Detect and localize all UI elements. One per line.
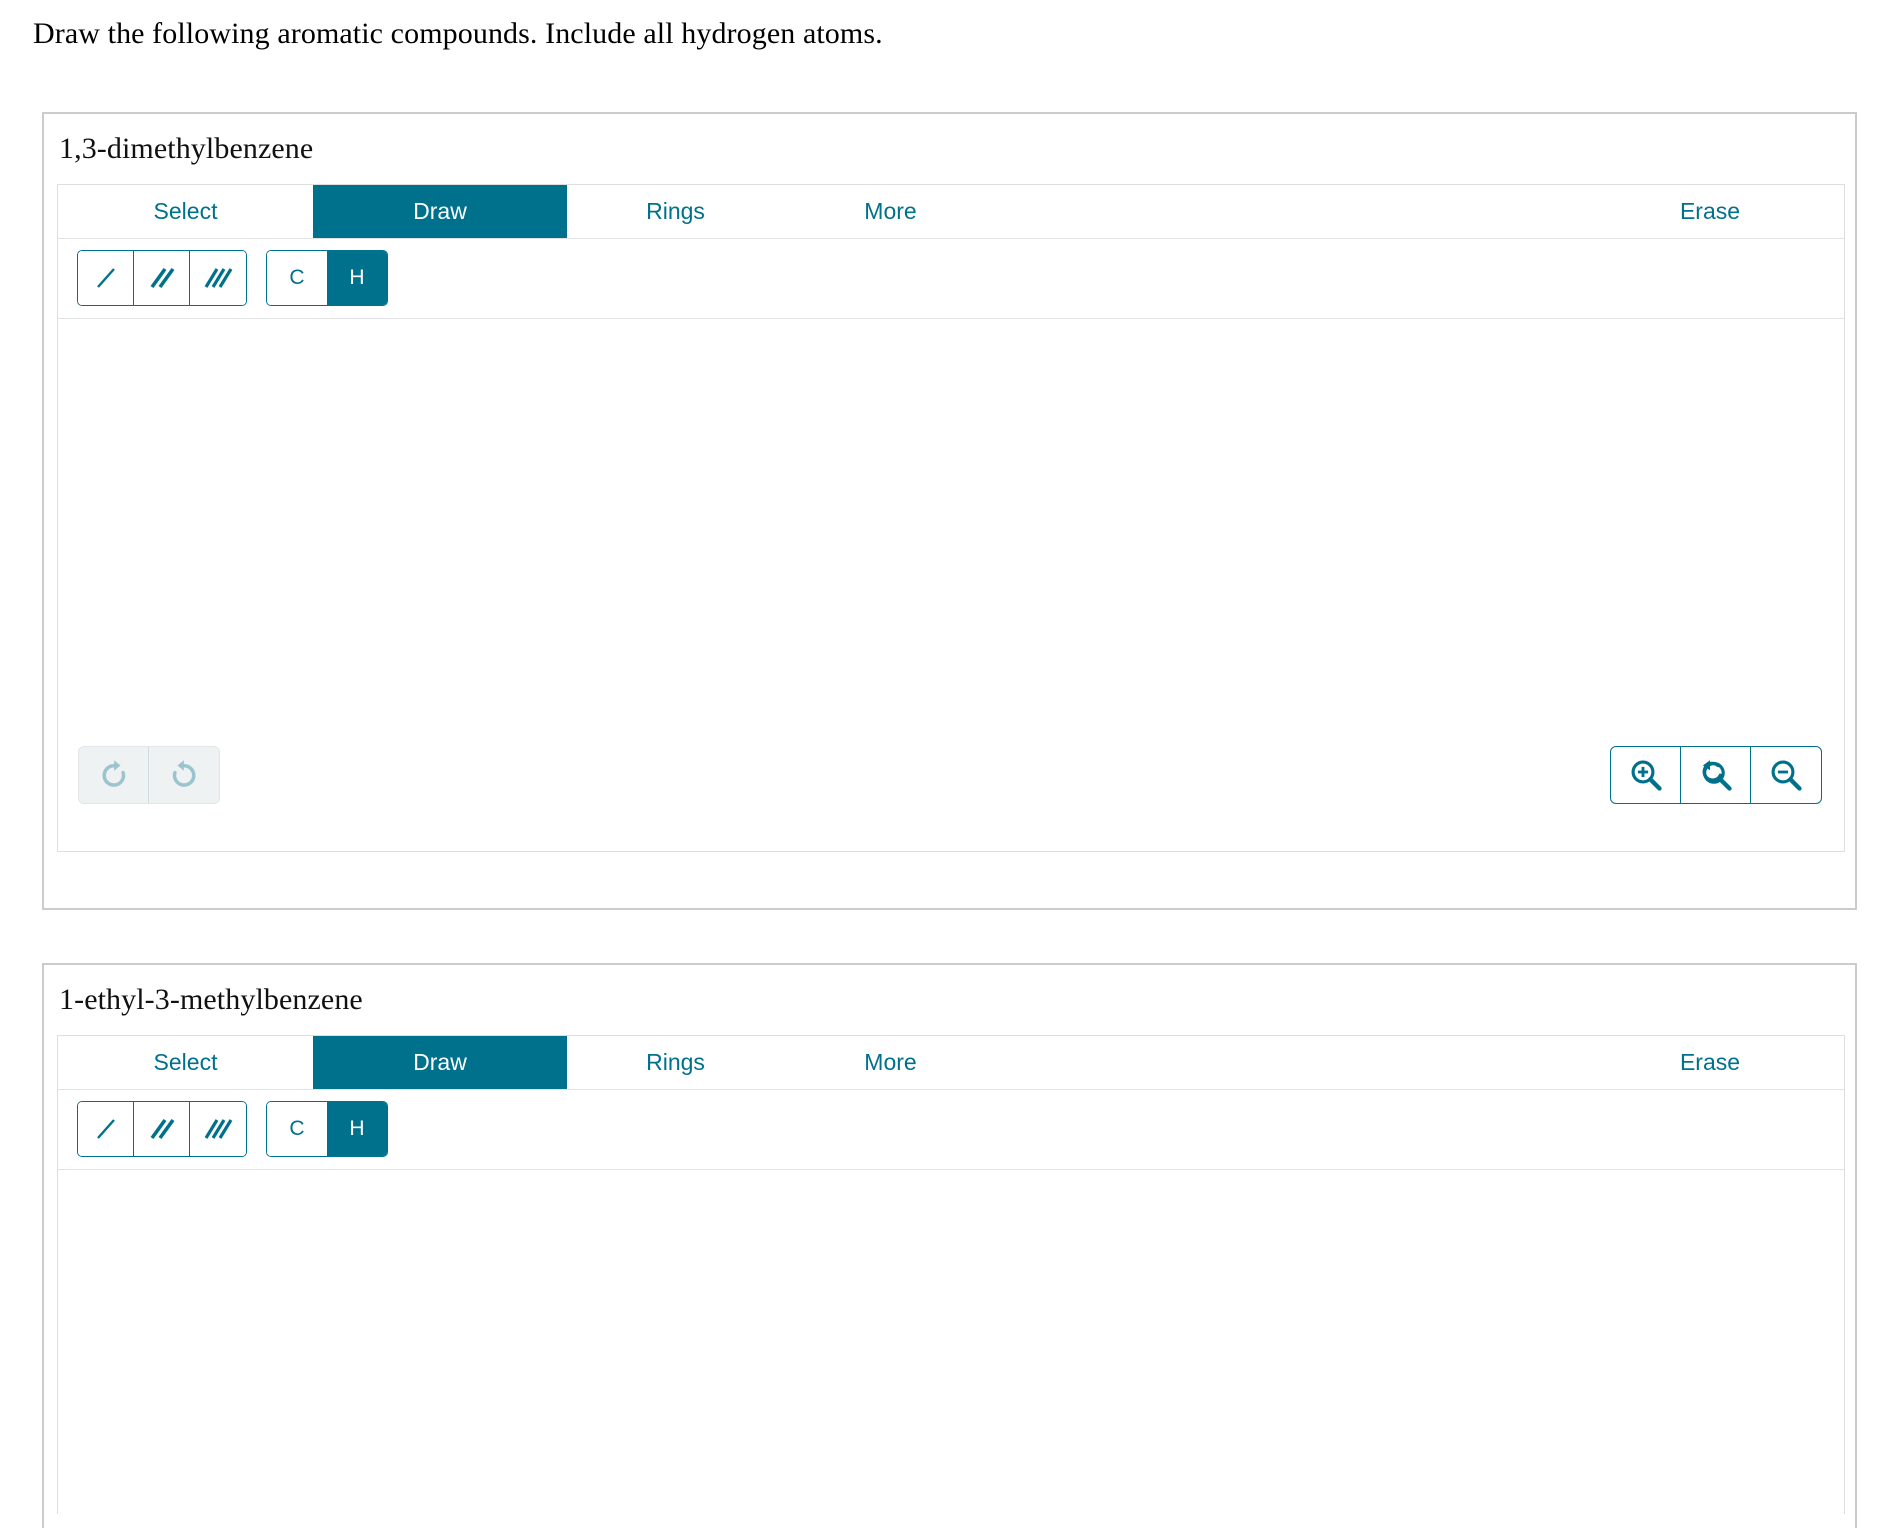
tab-draw-label: Draw xyxy=(413,197,467,224)
single-bond-button-2[interactable] xyxy=(78,1102,134,1156)
atom-hydrogen-label: H xyxy=(349,1117,365,1140)
zoom-in-button-1[interactable] xyxy=(1611,746,1681,803)
bond-tool-group-1 xyxy=(77,250,247,306)
zoom-control-group-1 xyxy=(1610,745,1822,804)
molecule-sketcher-1: Select Draw Rings More Erase C H xyxy=(57,183,1845,852)
atom-carbon-button-2[interactable]: C xyxy=(267,1102,327,1156)
tab-more-2[interactable]: More xyxy=(784,1035,997,1089)
compound-editor-panel-2: 1-ethyl-3-methylbenzene Select Draw Ring… xyxy=(42,963,1857,1528)
atom-carbon-button-1[interactable]: C xyxy=(267,251,327,305)
tab-rings-label: Rings xyxy=(646,197,705,224)
redo-icon xyxy=(97,758,131,792)
sketcher-toolrow-2: C H xyxy=(58,1089,1844,1170)
double-bond-button-1[interactable] xyxy=(134,251,190,305)
atom-hydrogen-button-1[interactable]: H xyxy=(327,251,387,305)
tab-erase-label: Erase xyxy=(1679,1048,1741,1075)
history-control-group-1 xyxy=(78,745,220,804)
tab-select-2[interactable]: Select xyxy=(58,1035,313,1089)
tab-more-label: More xyxy=(864,197,917,224)
undo-button-1[interactable] xyxy=(149,747,219,803)
zoom-out-icon xyxy=(1768,757,1804,793)
zoom-reset-button-1[interactable] xyxy=(1681,746,1751,803)
atom-tool-group-2: C H xyxy=(266,1101,388,1157)
undo-icon xyxy=(167,758,201,792)
tab-erase-label: Erase xyxy=(1679,197,1741,224)
single-bond-button-1[interactable] xyxy=(78,251,134,305)
tab-select-label: Select xyxy=(153,197,218,224)
drawing-canvas-1[interactable] xyxy=(58,318,1844,849)
tab-rings-label: Rings xyxy=(646,1048,705,1075)
compound-name-2: 1-ethyl-3-methylbenzene xyxy=(59,983,363,1016)
zoom-in-icon xyxy=(1628,757,1664,793)
double-bond-icon xyxy=(145,261,179,295)
tab-select-label: Select xyxy=(153,1048,218,1075)
atom-hydrogen-label: H xyxy=(349,266,365,289)
tab-more-label: More xyxy=(864,1048,917,1075)
double-bond-button-2[interactable] xyxy=(134,1102,190,1156)
compound-editor-panel-1: 1,3-dimethylbenzene Select Draw Rings Mo… xyxy=(42,112,1857,910)
triple-bond-icon xyxy=(201,1112,235,1146)
tab-draw-label: Draw xyxy=(413,1048,467,1075)
tab-draw-1[interactable]: Draw xyxy=(313,184,567,238)
tab-more-1[interactable]: More xyxy=(784,184,997,238)
atom-carbon-label: C xyxy=(289,266,305,289)
double-bond-icon xyxy=(145,1112,179,1146)
sketcher-toolrow-1: C H xyxy=(58,238,1844,319)
drawing-canvas-2[interactable] xyxy=(58,1169,1844,1514)
compound-name-1: 1,3-dimethylbenzene xyxy=(59,132,314,165)
triple-bond-icon xyxy=(201,261,235,295)
zoom-out-button-1[interactable] xyxy=(1751,747,1821,803)
redo-button-1[interactable] xyxy=(79,746,149,803)
zoom-reset-icon xyxy=(1698,757,1734,793)
sketcher-tabstrip-2: Select Draw Rings More Erase xyxy=(58,1035,1844,1090)
triple-bond-button-2[interactable] xyxy=(190,1102,246,1156)
tab-erase-2[interactable]: Erase xyxy=(1576,1035,1844,1089)
tab-erase-1[interactable]: Erase xyxy=(1576,184,1844,238)
molecule-sketcher-2: Select Draw Rings More Erase C H xyxy=(57,1034,1845,1514)
single-bond-icon xyxy=(89,1112,123,1146)
atom-hydrogen-button-2[interactable]: H xyxy=(327,1102,387,1156)
bond-tool-group-2 xyxy=(77,1101,247,1157)
atom-carbon-label: C xyxy=(289,1117,305,1140)
sketcher-tabstrip-1: Select Draw Rings More Erase xyxy=(58,184,1844,239)
tab-rings-1[interactable]: Rings xyxy=(567,184,784,238)
exercise-prompt: Draw the following aromatic compounds. I… xyxy=(33,17,883,50)
tab-rings-2[interactable]: Rings xyxy=(567,1035,784,1089)
tab-select-1[interactable]: Select xyxy=(58,184,313,238)
tab-draw-2[interactable]: Draw xyxy=(313,1035,567,1089)
atom-tool-group-1: C H xyxy=(266,250,388,306)
triple-bond-button-1[interactable] xyxy=(190,251,246,305)
single-bond-icon xyxy=(89,261,123,295)
